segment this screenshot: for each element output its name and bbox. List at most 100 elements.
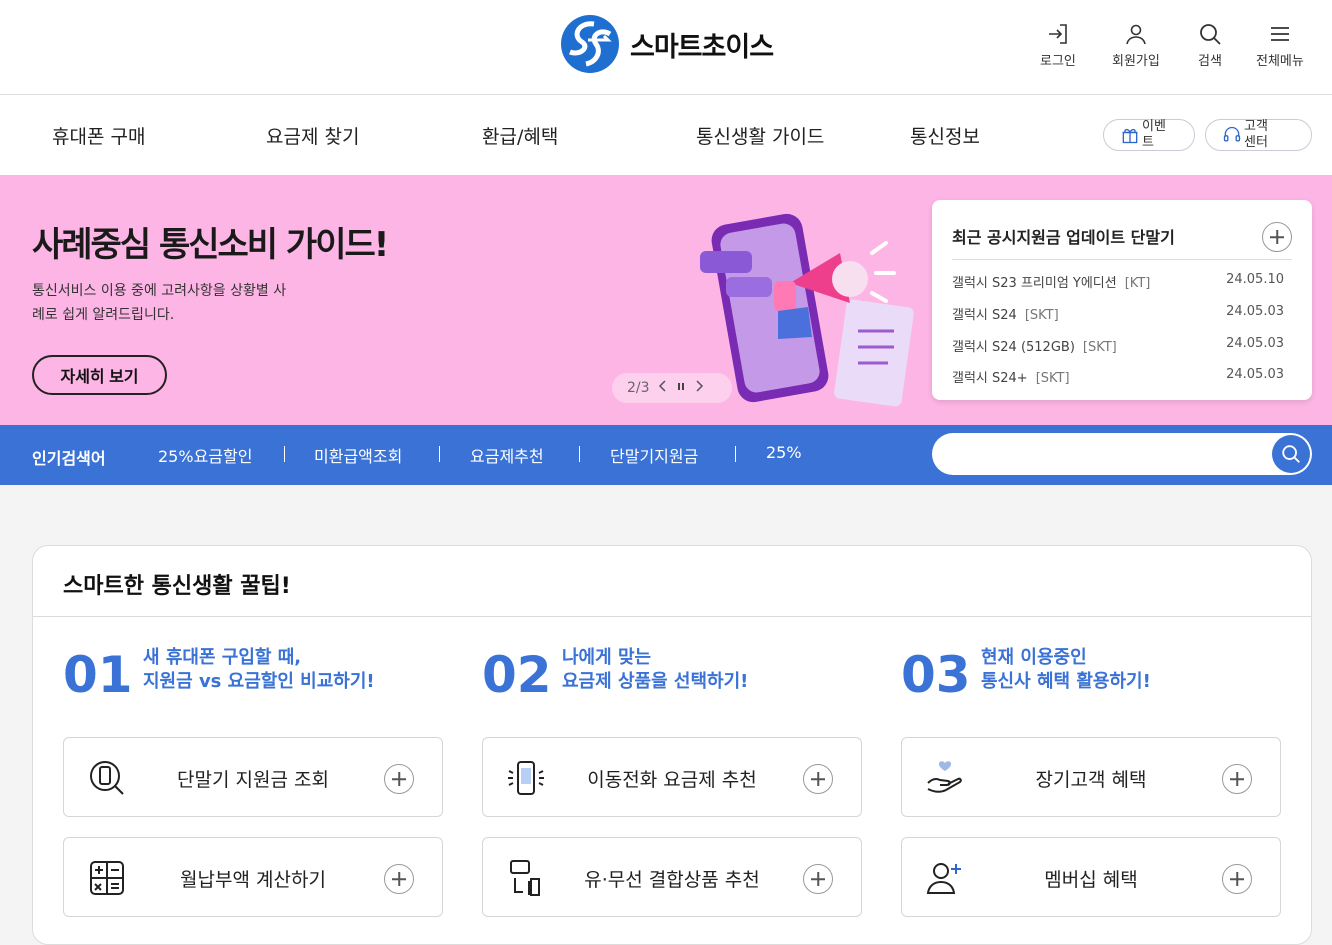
- nav-refund-benefit[interactable]: 환급/혜택: [482, 122, 558, 149]
- keyword-link[interactable]: 25%: [766, 443, 802, 462]
- tip-line-2: 지원금 vs 요금할인 비교하기!: [143, 671, 375, 692]
- chevron-left-icon: [658, 380, 666, 392]
- plus-icon: [803, 764, 833, 794]
- customer-center-button[interactable]: 고객센터: [1205, 119, 1312, 151]
- list-item[interactable]: 갤럭시 S24+ [SKT] 24.05.03: [952, 367, 1284, 387]
- subsidy-update-panel: 최근 공시지원금 업데이트 단말기 갤럭시 S23 프리미엄 Y에디션 [KT] …: [932, 200, 1312, 400]
- tip-line-1: 현재 이용중인: [981, 647, 1087, 668]
- nav-phone-purchase[interactable]: 휴대폰 구매: [52, 122, 145, 149]
- divider: [579, 446, 580, 462]
- box-label: 장기고객 혜택: [1035, 769, 1147, 791]
- hero-pager: 2/3: [612, 373, 732, 403]
- search-input[interactable]: [952, 441, 1262, 467]
- list-item[interactable]: 갤럭시 S24 (512GB) [SKT] 24.05.03: [952, 336, 1284, 356]
- event-label: 이벤트: [1142, 119, 1166, 150]
- plus-icon: [1222, 864, 1252, 894]
- top-header: 스마트초이스 로그인 회원가입 검색 전체메뉴: [0, 0, 1332, 95]
- popular-keywords-bar: 인기검색어 25%요금할인 미환급액조회 요금제추천 단말기지원금 25%: [0, 425, 1332, 485]
- menu-icon: [1270, 27, 1289, 41]
- tip-line-1: 새 휴대폰 구입할 때,: [143, 647, 302, 668]
- device-name: 갤럭시 S24 (512GB): [952, 340, 1075, 355]
- hero-page-indicator: 2/3: [627, 380, 650, 396]
- carrier-tag: [SKT]: [1035, 371, 1070, 386]
- all-menu-link[interactable]: 전체메뉴: [1256, 22, 1304, 69]
- tip-line-2: 통신사 혜택 활용하기!: [981, 671, 1151, 692]
- gift-icon: [1122, 128, 1138, 144]
- tips-card: 스마트한 통신생활 꿀팁! 01 새 휴대폰 구입할 때, 지원금 vs 요금할인…: [32, 545, 1312, 945]
- headset-icon: [1223, 126, 1241, 142]
- mobile-plan-recommend-button[interactable]: 이동전화 요금제 추천: [482, 737, 862, 817]
- tip-heading-03: 03 현재 이용중인 통신사 혜택 활용하기!: [901, 646, 1151, 704]
- subsidy-lookup-button[interactable]: 단말기 지원금 조회: [63, 737, 443, 817]
- tip-number: 01: [63, 646, 133, 704]
- plus-icon: [384, 764, 414, 794]
- login-icon: [1048, 24, 1067, 44]
- bundle-recommend-button[interactable]: 유·무선 결합상품 추천: [482, 837, 862, 917]
- calculator-icon: [90, 861, 124, 895]
- tip-line-2: 요금제 상품을 선택하기!: [562, 671, 749, 692]
- list-item[interactable]: 갤럭시 S23 프리미엄 Y에디션 [KT] 24.05.10: [952, 272, 1284, 292]
- hero-detail-button[interactable]: 자세히 보기: [32, 355, 167, 395]
- update-date: 24.05.03: [1226, 304, 1284, 319]
- devices-icon: [510, 860, 540, 896]
- user-add-icon: [926, 863, 961, 894]
- signup-label: 회원가입: [1112, 54, 1160, 69]
- nav-info[interactable]: 통신정보: [910, 122, 980, 149]
- membership-benefit-button[interactable]: 멤버십 혜택: [901, 837, 1281, 917]
- update-date: 24.05.03: [1226, 336, 1284, 351]
- nav-plan-search[interactable]: 요금제 찾기: [266, 122, 359, 149]
- phone-search-icon: [90, 761, 124, 795]
- keyword-search-box: [932, 433, 1312, 475]
- carrier-tag: [KT]: [1124, 276, 1151, 291]
- pause-slide-button[interactable]: [676, 379, 686, 397]
- list-item[interactable]: 갤럭시 S24 [SKT] 24.05.03: [952, 304, 1284, 324]
- nav-guide[interactable]: 통신생활 가이드: [696, 122, 824, 149]
- heart-hand-icon: [927, 761, 962, 793]
- divider: [33, 616, 1311, 617]
- tip-heading-01: 01 새 휴대폰 구입할 때, 지원금 vs 요금할인 비교하기!: [63, 646, 375, 704]
- device-name: 갤럭시 S24: [952, 308, 1017, 323]
- logo-text: 스마트초이스: [630, 31, 774, 63]
- plus-icon: [1222, 764, 1252, 794]
- box-label: 유·무선 결합상품 추천: [584, 869, 760, 891]
- keyword-link[interactable]: 요금제추천: [470, 443, 544, 467]
- popular-keywords-title: 인기검색어: [32, 449, 106, 468]
- divider: [439, 446, 440, 462]
- login-label: 로그인: [1040, 54, 1076, 69]
- search-icon: [1282, 445, 1300, 463]
- box-label: 멤버십 혜택: [1044, 869, 1138, 891]
- login-link[interactable]: 로그인: [1040, 22, 1076, 69]
- carrier-tag: [SKT]: [1024, 308, 1059, 323]
- keyword-link[interactable]: 미환급액조회: [314, 443, 402, 467]
- box-label: 단말기 지원금 조회: [177, 769, 329, 791]
- search-link[interactable]: 검색: [1198, 22, 1222, 69]
- box-label: 월납부액 계산하기: [180, 869, 326, 891]
- search-submit-button[interactable]: [1272, 435, 1310, 473]
- keyword-link[interactable]: 단말기지원금: [610, 443, 698, 467]
- signup-link[interactable]: 회원가입: [1112, 22, 1160, 69]
- keyword-link[interactable]: 25%요금할인: [158, 443, 252, 467]
- phone-signal-icon: [508, 761, 544, 795]
- all-menu-label: 전체메뉴: [1256, 54, 1304, 69]
- box-label: 이동전화 요금제 추천: [587, 769, 757, 791]
- update-date: 24.05.10: [1226, 272, 1284, 287]
- site-logo[interactable]: 스마트초이스: [560, 14, 774, 74]
- divider: [735, 446, 736, 462]
- divider: [284, 446, 285, 462]
- tip-line-1: 나에게 맞는: [562, 647, 652, 668]
- next-slide-button[interactable]: [694, 379, 704, 397]
- subsidy-more-button[interactable]: [1262, 222, 1292, 252]
- carrier-tag: [SKT]: [1082, 340, 1117, 355]
- monthly-payment-calculator-button[interactable]: 월납부액 계산하기: [63, 837, 443, 917]
- long-term-benefit-button[interactable]: 장기고객 혜택: [901, 737, 1281, 817]
- plus-icon: [803, 864, 833, 894]
- logo-mark-icon: [561, 15, 619, 73]
- search-icon: [1200, 24, 1221, 45]
- hero-title: 사례중심 통신소비 가이드!: [32, 225, 389, 265]
- event-button[interactable]: 이벤트: [1103, 119, 1195, 151]
- tip-number: 02: [482, 646, 552, 704]
- user-icon: [1126, 24, 1146, 45]
- customer-center-label: 고객센터: [1244, 119, 1268, 150]
- device-name: 갤럭시 S23 프리미엄 Y에디션: [952, 276, 1117, 291]
- prev-slide-button[interactable]: [658, 379, 668, 397]
